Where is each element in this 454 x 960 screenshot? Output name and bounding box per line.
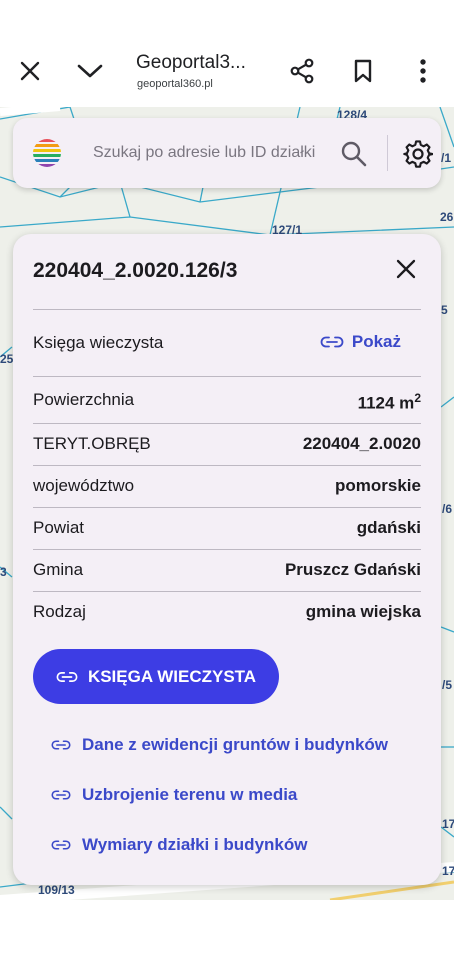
bottom-blank-area [0, 900, 454, 960]
map-label-parcel: 5 [441, 303, 448, 317]
app-logo[interactable] [32, 138, 62, 168]
area-unit-superscript: 2 [414, 391, 421, 405]
divider [33, 309, 421, 310]
map-label-parcel: 25 [0, 352, 14, 366]
map-label-parcel: 109/13 [38, 883, 75, 897]
map-label-parcel: /1 [441, 151, 452, 165]
more-vert-icon[interactable] [401, 49, 445, 93]
row-value: Pruszcz Gdański [284, 560, 421, 579]
search-icon[interactable] [340, 140, 368, 168]
divider [33, 549, 421, 550]
link-icon [51, 790, 71, 800]
row-label: województwo [33, 476, 135, 495]
browser-toolbar: Geoportal3... geoportal360.pl [0, 0, 454, 107]
divider [33, 507, 421, 508]
divider [33, 465, 421, 466]
map-label-parcel: 17 [442, 817, 454, 831]
row-label: Powiat [33, 518, 85, 537]
link-label: Dane z ewidencji gruntów i budynków [82, 735, 389, 754]
search-divider [387, 135, 388, 171]
link-label: Wymiary działki i budynków [82, 835, 308, 854]
show-link-label: Pokaż [351, 332, 401, 351]
land-register-label: Księga wieczysta [33, 333, 164, 352]
link-icon [56, 671, 78, 682]
page-url: geoportal360.pl [137, 78, 213, 90]
map-label-parcel: 3 [0, 565, 7, 579]
link-label: Uzbrojenie terenu w media [82, 785, 298, 804]
link-icon [51, 740, 71, 750]
dimensions-link[interactable]: Wymiary działki i budynków [51, 835, 307, 855]
row-value: 220404_2.0020 [302, 434, 421, 453]
row-label: Gmina [33, 560, 84, 579]
map-label-parcel: /6 [442, 502, 453, 516]
row-value: pomorskie [335, 476, 421, 495]
share-icon[interactable] [280, 49, 324, 93]
land-register-button-label: KSIĘGA WIECZYSTA [87, 666, 257, 686]
land-register-button[interactable]: KSIĘGA WIECZYSTA [33, 649, 279, 704]
chevron-down-icon[interactable] [68, 49, 112, 93]
gear-icon[interactable] [403, 139, 433, 169]
row-label: TERYT.OBRĘB [33, 434, 151, 453]
page-title: Geoportal3... [136, 52, 246, 73]
area-value: 1124 m2 [358, 391, 421, 414]
map-label-parcel: 26 [440, 210, 454, 224]
row-value: gmina wiejska [305, 602, 421, 621]
close-icon[interactable] [391, 254, 421, 284]
close-icon[interactable] [8, 49, 52, 93]
search-input[interactable]: Szukaj po adresie lub ID działki [93, 144, 315, 162]
link-icon [320, 336, 344, 348]
land-building-registry-link[interactable]: Dane z ewidencji gruntów i budynków [51, 735, 388, 755]
search-bar[interactable]: Szukaj po adresie lub ID działki [13, 118, 441, 188]
divider [33, 423, 421, 424]
map-label-parcel: /5 [442, 678, 453, 692]
map-label-parcel: 17 [442, 864, 454, 878]
row-value: gdański [356, 518, 421, 537]
area-number: 1124 m [357, 393, 415, 413]
divider [33, 591, 421, 592]
row-label: Powierzchnia [33, 390, 135, 409]
row-label: Rodzaj [33, 602, 86, 621]
parcel-info-card: 220404_2.0020.126/3 Księga wieczysta Pok… [13, 234, 441, 885]
show-land-register-link[interactable]: Pokaż [320, 332, 401, 352]
link-icon [51, 840, 71, 850]
divider [33, 376, 421, 377]
parcel-id-title: 220404_2.0020.126/3 [33, 259, 238, 282]
bookmark-icon[interactable] [341, 49, 385, 93]
utilities-link[interactable]: Uzbrojenie terenu w media [51, 785, 297, 805]
